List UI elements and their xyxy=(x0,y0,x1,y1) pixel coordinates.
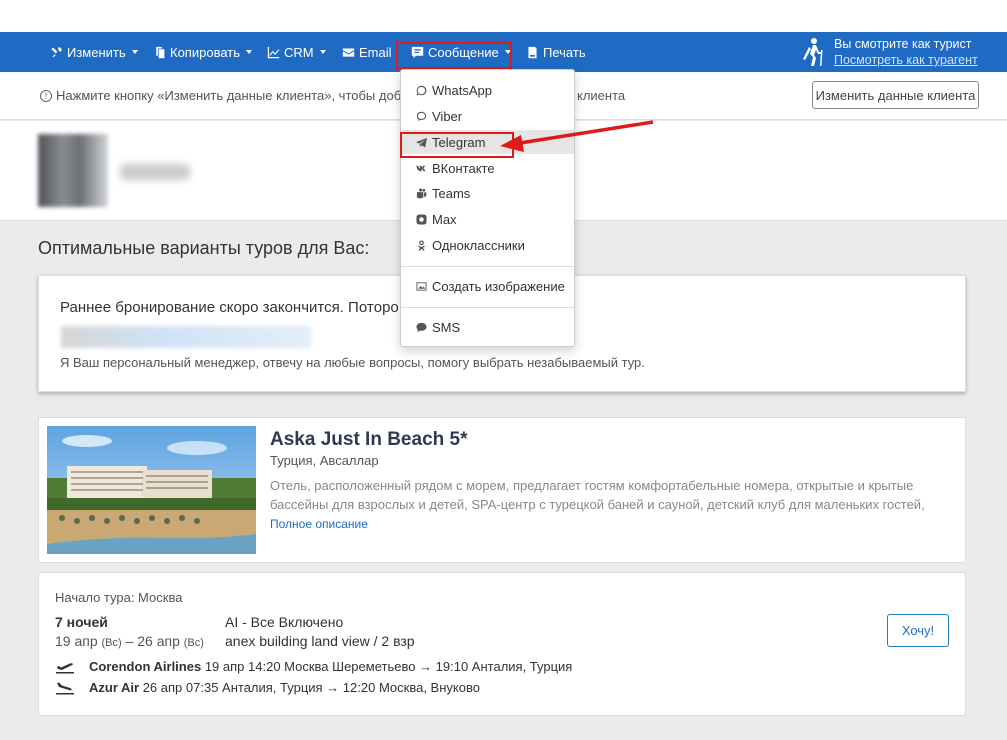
info-hint: ! Нажмите кнопку «Изменить данные клиент… xyxy=(40,88,415,103)
full-description-link[interactable]: Полное описание xyxy=(270,517,368,531)
menu-item-max[interactable]: Max xyxy=(401,207,574,231)
room-type: anex building land view / 2 взр xyxy=(225,633,415,649)
edit-client-data-button[interactable]: Изменить данные клиента xyxy=(812,81,979,109)
main-toolbar: Изменить Копировать CRM Email Сообщение … xyxy=(0,32,1007,72)
max-icon xyxy=(416,213,427,225)
tour-dates: 19 апр (Вс) – 26 апр (Вс) xyxy=(55,633,204,649)
whatsapp-icon xyxy=(416,85,427,95)
want-tour-button[interactable]: Хочу! xyxy=(887,614,949,647)
menu-item-label: WhatsApp xyxy=(432,82,492,98)
meal-plan: AI - Все Включено xyxy=(225,614,344,630)
caret-down-icon xyxy=(131,50,138,54)
hiker-icon xyxy=(803,38,823,66)
outbound-details: 19 апр 14:20 Москва Шереметьево → 19:10 … xyxy=(204,659,573,674)
menu-item-teams[interactable]: Teams xyxy=(401,181,574,205)
top-strip xyxy=(0,0,1007,32)
avatar xyxy=(38,134,108,207)
chat-bubble-icon xyxy=(416,322,427,332)
date-to: – 26 апр xyxy=(125,633,180,649)
menu-divider xyxy=(401,266,574,267)
menu-item-label: ВКонтакте xyxy=(432,160,495,176)
menu-item-label: Создать изображение xyxy=(432,278,565,294)
copy-menu-button[interactable]: Копировать xyxy=(153,32,252,72)
hotel-card: Aska Just In Beach 5* Турция, Авсаллар О… xyxy=(38,417,966,563)
print-label: Печать xyxy=(543,44,586,60)
edit-menu-button[interactable]: Изменить xyxy=(50,32,138,72)
hotel-description: Отель, расположенный рядом с морем, пред… xyxy=(270,478,925,512)
day-from: (Вс) xyxy=(101,637,122,649)
crm-menu-label: CRM xyxy=(284,44,314,60)
plane-departure-icon xyxy=(56,662,74,673)
caret-down-icon xyxy=(319,50,326,54)
date-from: 19 апр xyxy=(55,633,98,649)
day-to: (Вс) xyxy=(183,637,204,649)
menu-item-label: Max xyxy=(432,211,457,227)
menu-item-label: Одноклассники xyxy=(432,237,525,253)
menu-item-sms[interactable]: SMS xyxy=(401,315,574,339)
odnoklassniki-icon xyxy=(418,239,425,251)
offer-manager-text: Я Ваш персональный менеджер, отвечу на л… xyxy=(60,355,645,370)
hotel-location: Турция, Авсаллар xyxy=(270,453,379,468)
copy-icon xyxy=(156,46,165,58)
info-hint-tail: клиента xyxy=(577,88,626,103)
teams-icon xyxy=(416,187,427,198)
tour-nights: 7 ночей xyxy=(55,614,108,630)
copy-menu-label: Копировать xyxy=(170,44,240,60)
tour-start-city: Начало тура: Москва xyxy=(55,590,183,605)
return-details: 26 апр 07:35 Анталия, Турция → 12:20 Мос… xyxy=(142,680,480,695)
image-icon xyxy=(416,281,427,291)
flight-return: Azur Air 26 апр 07:35 Анталия, Турция → … xyxy=(55,680,480,695)
hotel-name[interactable]: Aska Just In Beach 5* xyxy=(270,429,467,451)
menu-item-label: SMS xyxy=(432,319,461,335)
menu-item-viber[interactable]: Viber xyxy=(401,104,574,128)
menu-item-create-image[interactable]: Создать изображение xyxy=(401,274,574,298)
menu-divider xyxy=(401,307,574,308)
menu-item-label: Teams xyxy=(432,185,471,201)
message-menu-highlight xyxy=(396,42,512,69)
tourist-mode: Вы смотрите как турист Посмотреть как ту… xyxy=(800,36,978,68)
crm-menu-button[interactable]: CRM xyxy=(267,32,326,72)
offer-headline: Раннее бронирование скоро закончится. По… xyxy=(60,299,399,316)
menu-item-label: Viber xyxy=(432,108,463,124)
caret-down-icon xyxy=(246,50,252,54)
plane-arrival-icon xyxy=(56,682,74,694)
telegram-highlight xyxy=(400,132,514,158)
chart-icon xyxy=(267,46,280,58)
tour-card: Начало тура: Москва 7 ночей 19 апр (Вс) … xyxy=(38,572,966,716)
tools-icon xyxy=(51,46,62,57)
info-hint-text: Нажмите кнопку «Изменить данные клиента»… xyxy=(56,88,415,103)
return-airline: Azur Air xyxy=(89,680,140,695)
manager-name-blurred xyxy=(120,164,190,180)
viber-icon xyxy=(416,111,427,121)
printer-icon xyxy=(528,46,537,58)
view-as-agent-link[interactable]: Посмотреть как турагент xyxy=(834,52,978,68)
offer-contact-blurred xyxy=(61,326,311,348)
email-label: Email xyxy=(359,44,392,60)
info-icon: ! xyxy=(40,89,52,102)
flight-outbound: Corendon Airlines 19 апр 14:20 Москва Ше… xyxy=(55,659,572,674)
print-button[interactable]: Печать xyxy=(526,32,586,72)
vk-icon xyxy=(416,165,426,171)
section-title: Оптимальные варианты туров для Вас: xyxy=(38,238,370,258)
hotel-photo[interactable] xyxy=(47,426,256,554)
outbound-airline: Corendon Airlines xyxy=(89,659,202,674)
envelope-icon xyxy=(342,47,355,57)
tourist-status: Вы смотрите как турист xyxy=(834,37,972,51)
menu-item-vkontakte[interactable]: ВКонтакте xyxy=(401,156,574,180)
menu-item-odnoklassniki[interactable]: Одноклассники xyxy=(401,233,574,257)
edit-menu-label: Изменить xyxy=(67,44,126,60)
email-button[interactable]: Email xyxy=(342,32,392,72)
message-dropdown: WhatsApp Viber Telegram ВКонтакте Teams … xyxy=(400,69,575,347)
menu-item-whatsapp[interactable]: WhatsApp xyxy=(401,78,574,102)
